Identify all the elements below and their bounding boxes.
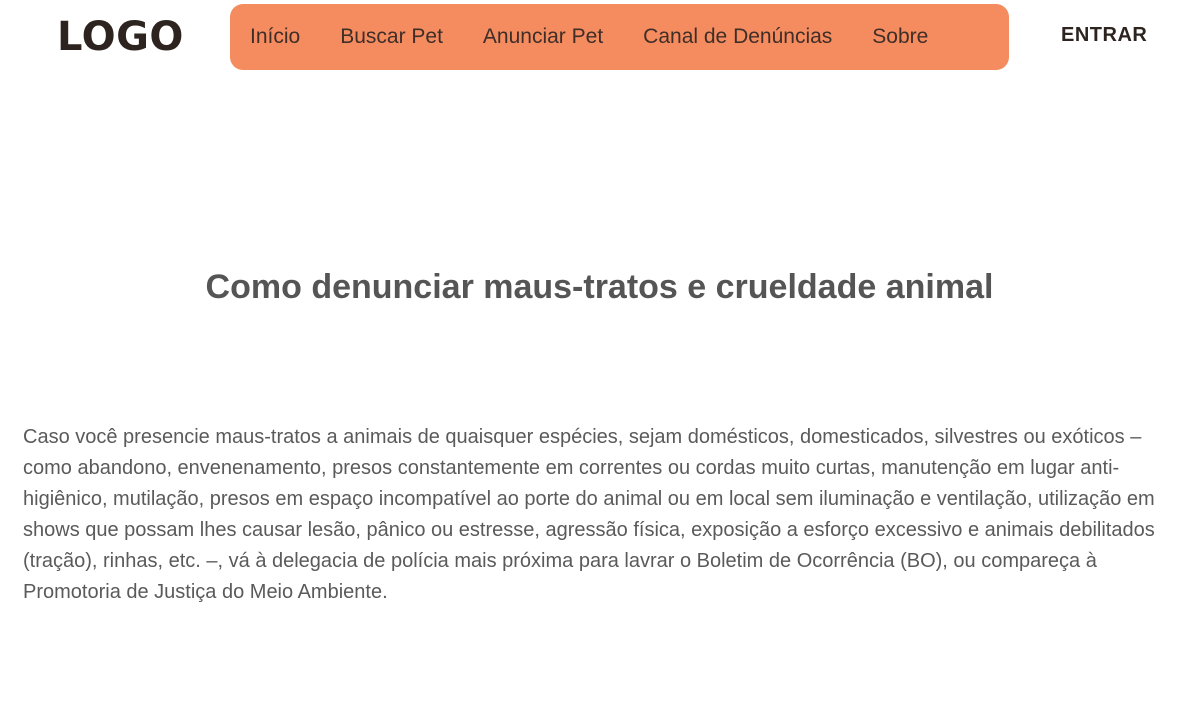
nav-item-inicio[interactable]: Início xyxy=(250,25,300,49)
nav-item-buscar-pet[interactable]: Buscar Pet xyxy=(340,25,443,49)
page-title: Como denunciar maus-tratos e crueldade a… xyxy=(205,268,994,306)
article-paragraph: Caso você presencie maus-tratos a animai… xyxy=(23,426,1155,603)
nav-item-sobre[interactable]: Sobre xyxy=(872,25,928,49)
site-logo[interactable]: LOGO xyxy=(57,14,184,60)
site-header: LOGO Início Buscar Pet Anunciar Pet Cana… xyxy=(0,0,1199,72)
nav-item-canal-denuncias[interactable]: Canal de Denúncias xyxy=(643,25,832,49)
main-nav: Início Buscar Pet Anunciar Pet Canal de … xyxy=(230,4,1009,70)
login-button[interactable]: ENTRAR xyxy=(1061,24,1147,47)
nav-item-anunciar-pet[interactable]: Anunciar Pet xyxy=(483,25,603,49)
